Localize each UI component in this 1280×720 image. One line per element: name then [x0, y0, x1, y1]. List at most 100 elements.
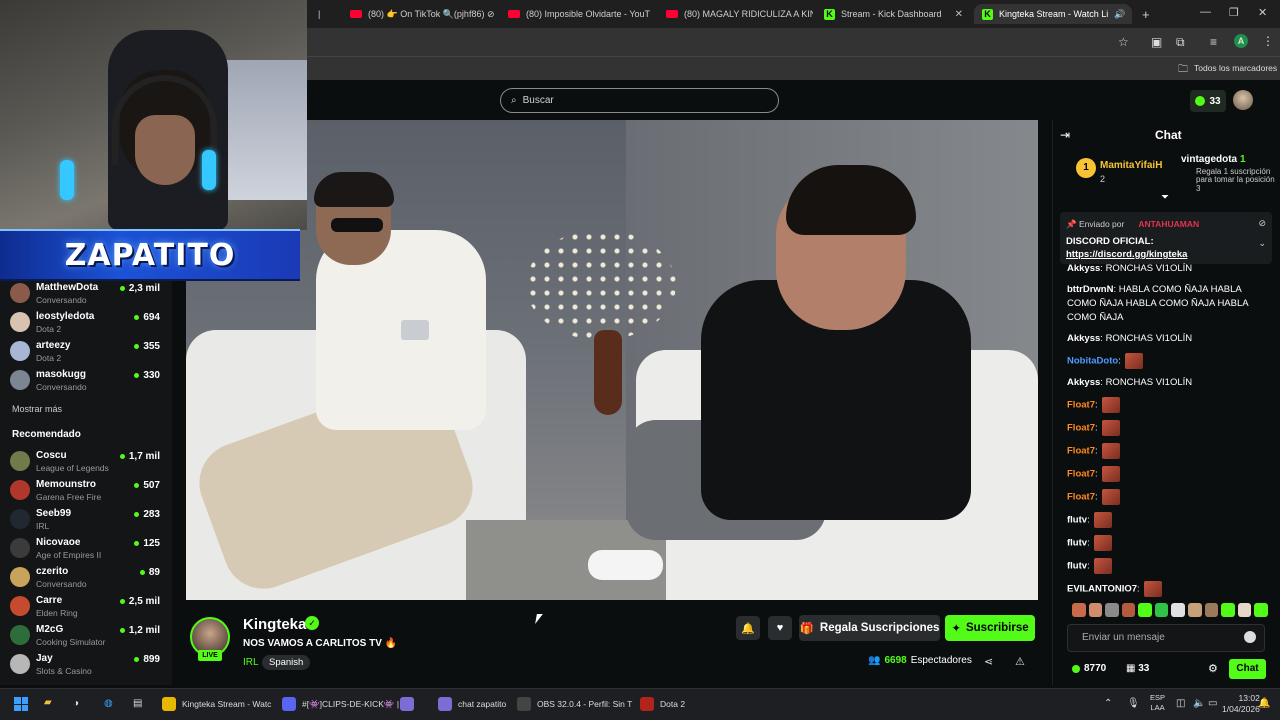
- sidebar-channel-m2cg[interactable]: M2cG Cooking Simulator 1,2 mil: [10, 622, 160, 650]
- search-input[interactable]: ⌕ Buscar: [500, 88, 779, 113]
- gear-icon[interactable]: ⚙: [1208, 662, 1218, 675]
- system-clock[interactable]: 13:02 1/04/2026: [1222, 693, 1260, 715]
- chevron-up-icon[interactable]: ⌃: [1104, 698, 1112, 709]
- audio-icon[interactable]: 🔊: [1114, 9, 1125, 20]
- taskbar-app[interactable]: #[👾]CLIPS-DE-KICK👾 |: [282, 696, 399, 712]
- user-avatar[interactable]: [1233, 90, 1253, 110]
- kicks-balance[interactable]: 33: [1190, 90, 1226, 112]
- follow-heart-button[interactable]: ♥: [768, 616, 792, 640]
- chat-username[interactable]: Float7: [1067, 400, 1095, 411]
- tab-youtube-2[interactable]: (80) Imposible Olvidarte - YouT✕: [500, 4, 655, 24]
- emote-icon[interactable]: [1121, 603, 1136, 617]
- screen-icon[interactable]: ▣: [1151, 35, 1162, 49]
- unpin-icon[interactable]: ⊘: [1258, 218, 1266, 229]
- microphone-icon[interactable]: 🎙: [1127, 698, 1140, 709]
- window-close-icon[interactable]: ✕: [1258, 6, 1267, 19]
- tab-partial[interactable]: |: [310, 4, 330, 24]
- emote-icon[interactable]: [1072, 603, 1086, 617]
- emote-icon[interactable]: [1138, 603, 1152, 617]
- edge-icon[interactable]: ◍: [104, 698, 113, 709]
- sidebar-channel-masokugg[interactable]: masokugg Conversando 330: [10, 367, 160, 395]
- emote-icon[interactable]: [1088, 603, 1103, 617]
- emote-bar[interactable]: [1072, 603, 1268, 619]
- battery-icon[interactable]: ▭: [1208, 698, 1217, 709]
- chat-username[interactable]: flutv: [1067, 561, 1087, 572]
- chat-username[interactable]: Float7: [1067, 446, 1095, 457]
- pinned-link[interactable]: https://discord.gg/kingteka: [1066, 249, 1187, 260]
- chat-username[interactable]: Float7: [1067, 492, 1095, 503]
- sidebar-channel-arteezy[interactable]: arteezy Dota 2 355: [10, 338, 160, 366]
- chat-username[interactable]: Akkyss: [1067, 333, 1100, 344]
- chat-badge-count[interactable]: ▦ 33: [1126, 663, 1149, 674]
- emote-icon[interactable]: [1204, 603, 1219, 617]
- report-icon[interactable]: ⚠: [1015, 655, 1025, 668]
- sidebar-channel-matthewdota[interactable]: MatthewDota Conversando 2,3 mil: [10, 280, 160, 308]
- sidebar-channel-coscu[interactable]: Coscu League of Legends 1,7 mil: [10, 448, 160, 476]
- volume-icon[interactable]: 🔈: [1193, 698, 1205, 709]
- share-icon[interactable]: ⋖: [984, 655, 993, 668]
- channel-points[interactable]: 8770: [1072, 663, 1106, 674]
- windows-start-icon[interactable]: [14, 697, 28, 711]
- emoji-icon[interactable]: [1244, 631, 1256, 643]
- taskbar-app[interactable]: OBS 32.0.4 - Perfil: Sin T: [517, 696, 632, 712]
- notification-icon[interactable]: 🔔: [1258, 698, 1270, 709]
- chat-username[interactable]: Akkyss: [1067, 263, 1100, 274]
- chevron-down-icon[interactable]: ⌄: [1258, 238, 1266, 249]
- tab-kingteka-stream[interactable]: KKingteka Stream - Watch Li🔊✕: [974, 4, 1132, 24]
- collapse-chat-icon[interactable]: ⇥: [1060, 128, 1070, 142]
- channel-name[interactable]: Kingteka: [243, 616, 306, 633]
- profile-avatar[interactable]: A: [1234, 34, 1248, 48]
- subscribe-button[interactable]: ✦ Suscribirse: [945, 615, 1035, 641]
- restore-icon[interactable]: ❐: [1229, 6, 1239, 19]
- sidebar-channel-leostyledota[interactable]: leostyledota Dota 2 694: [10, 309, 160, 337]
- second-gifter-name[interactable]: vintagedota: [1181, 154, 1237, 165]
- all-bookmarks-link[interactable]: Todos los marcadores: [1194, 63, 1277, 73]
- emote-icon[interactable]: [1188, 603, 1202, 617]
- close-icon[interactable]: ✕: [955, 9, 963, 20]
- tab-kick-dashboard[interactable]: K Stream - Kick Dashboard ✕: [816, 4, 971, 24]
- emote-icon[interactable]: [1254, 603, 1268, 617]
- chat-username[interactable]: flutv: [1067, 515, 1087, 526]
- send-chat-button[interactable]: Chat: [1229, 659, 1266, 679]
- chat-username[interactable]: EVILANTONIO7: [1067, 584, 1137, 595]
- emote-icon[interactable]: [1171, 603, 1186, 617]
- sidebar-channel-carre[interactable]: Carre Elden Ring 2,5 mil: [10, 593, 160, 621]
- category-link[interactable]: IRL: [243, 657, 259, 668]
- sidebar-channel-seeb99[interactable]: Seeb99 IRL 283: [10, 506, 160, 534]
- sidebar-channel-jay[interactable]: Jay Slots & Casino 899: [10, 651, 160, 679]
- network-icon[interactable]: ◫: [1176, 698, 1185, 709]
- chat-username[interactable]: flutv: [1067, 538, 1087, 549]
- sidebar-channel-czerito[interactable]: czerito Conversando 89: [10, 564, 160, 592]
- gift-subs-button[interactable]: 🎁 Regala Suscripciones: [799, 615, 940, 641]
- sidebar-channel-nicovaoe[interactable]: Nicovaoe Age of Empires II 125: [10, 535, 160, 563]
- emote-icon[interactable]: [1237, 603, 1252, 617]
- taskbar-app[interactable]: Kingteka Stream - Watc: [162, 696, 271, 712]
- new-tab-button[interactable]: +: [1134, 4, 1154, 24]
- taskbar-app[interactable]: Dota 2: [640, 696, 685, 712]
- extensions-icon[interactable]: ⧉: [1176, 35, 1185, 50]
- tab-youtube-3[interactable]: (80) MAGALY RIDICULIZA A KIN✕: [658, 4, 813, 24]
- top-gifter-name[interactable]: MamitaYifaiH: [1100, 160, 1162, 171]
- taskbar-app[interactable]: [400, 696, 414, 712]
- file-explorer-icon[interactable]: ▰: [44, 697, 52, 708]
- show-more-link[interactable]: Mostrar más: [12, 404, 62, 414]
- store-icon[interactable]: ▤: [133, 698, 142, 709]
- language-tag[interactable]: Spanish: [262, 655, 311, 670]
- taskbar-app[interactable]: chat zapatito: [438, 696, 506, 712]
- chat-input[interactable]: Enviar un mensaje: [1067, 624, 1265, 652]
- emote-icon[interactable]: [1154, 603, 1169, 617]
- menu-icon[interactable]: ⋮: [1262, 34, 1274, 48]
- emote-icon[interactable]: [1105, 603, 1119, 617]
- chat-username[interactable]: Akkyss: [1067, 377, 1100, 388]
- chat-username[interactable]: Float7: [1067, 469, 1095, 480]
- media-icon[interactable]: ≡: [1210, 35, 1217, 49]
- tab-youtube-1[interactable]: (80) 👉 On TikTok 🔍(pjhf86) ⊘✕: [342, 4, 497, 24]
- filter-icon[interactable]: ⏷: [1161, 192, 1169, 203]
- chat-username[interactable]: Float7: [1067, 423, 1095, 434]
- minimize-icon[interactable]: —: [1200, 6, 1211, 18]
- video-player[interactable]: [186, 120, 1038, 600]
- emote-icon[interactable]: [1221, 603, 1235, 617]
- copilot-icon[interactable]: ◑: [73, 698, 79, 709]
- bookmark-star-icon[interactable]: ☆: [1118, 35, 1129, 49]
- keyboard-language[interactable]: ESP LAA: [1150, 693, 1165, 713]
